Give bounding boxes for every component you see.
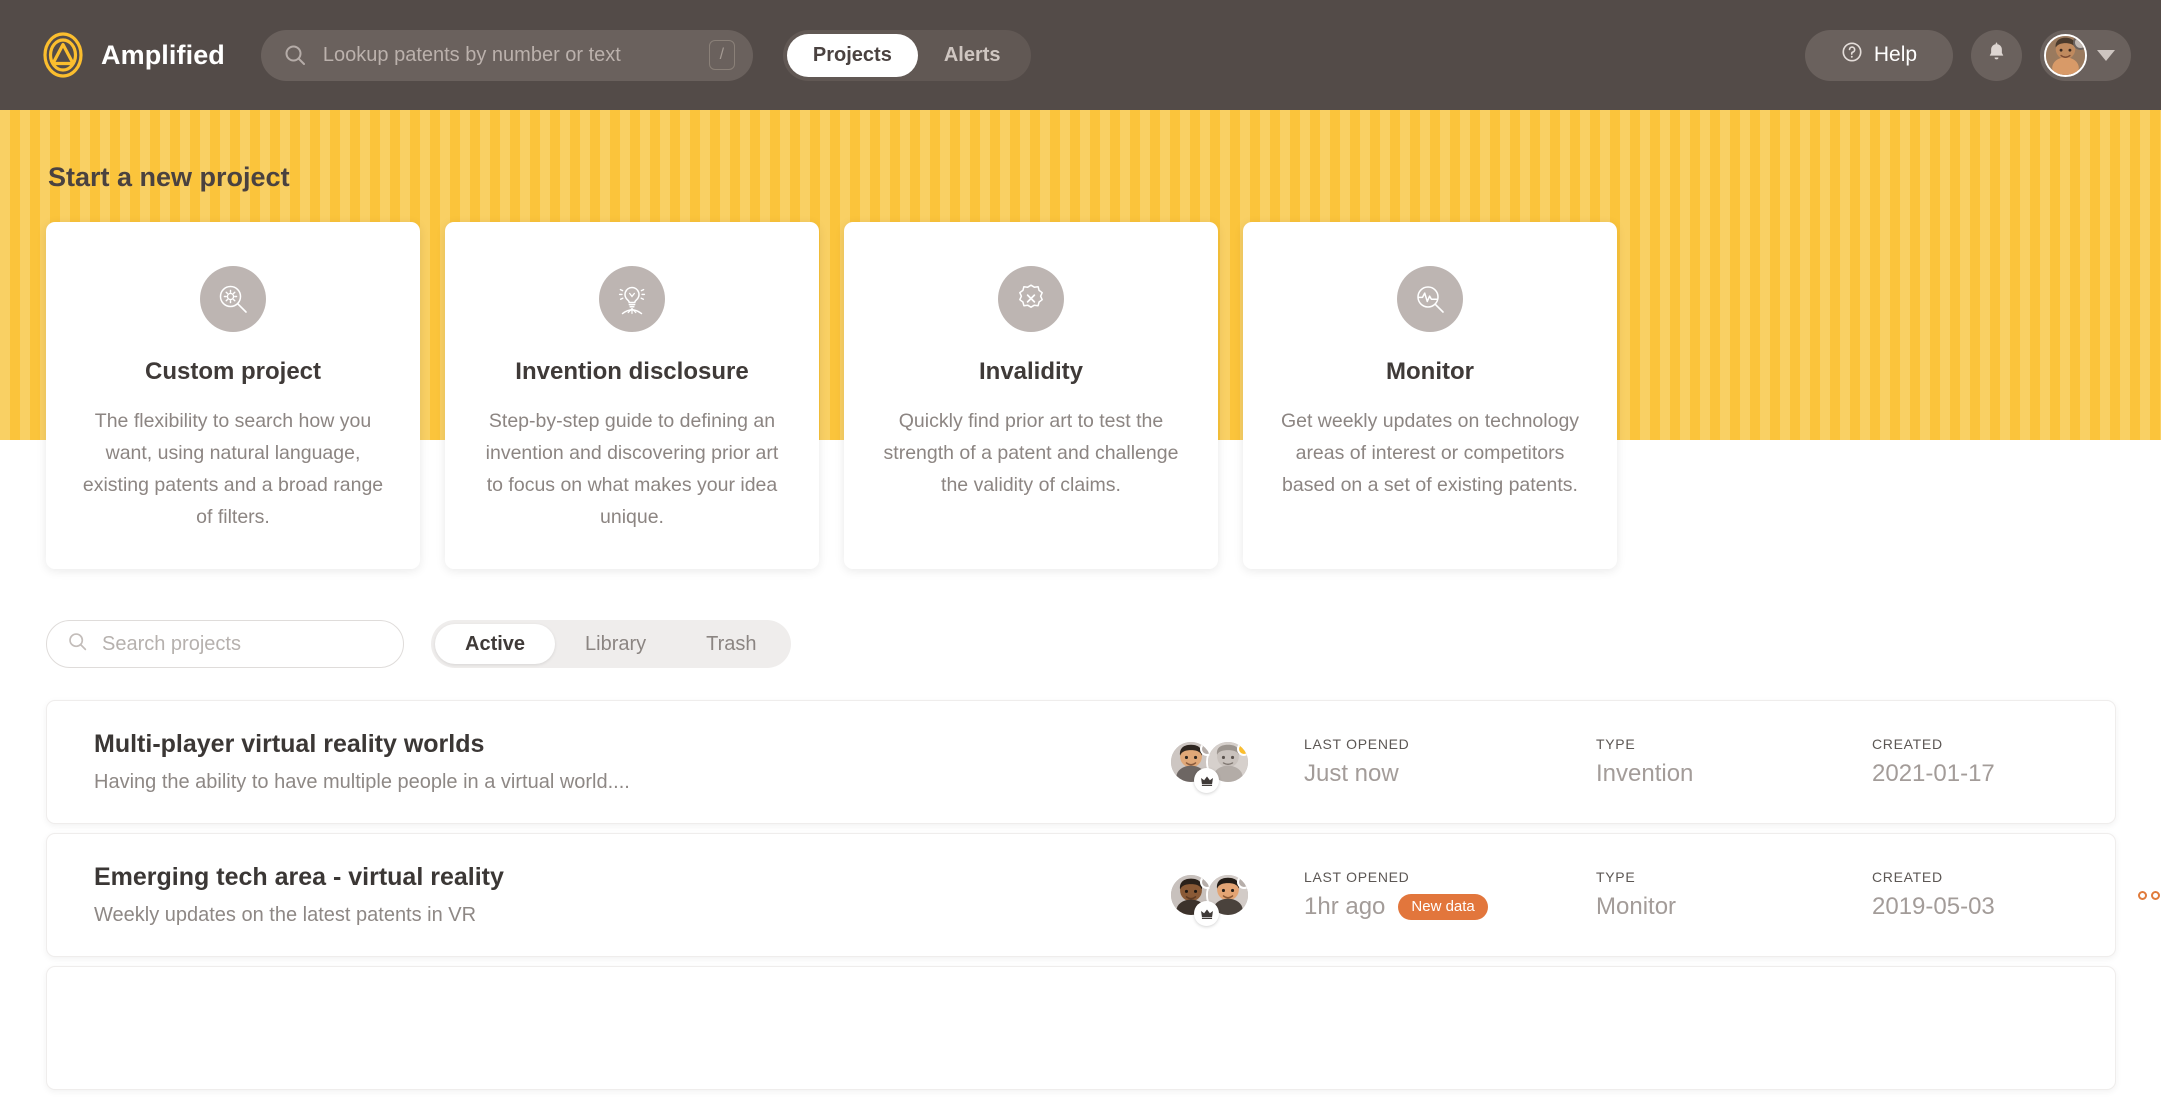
brand-name: Amplified xyxy=(101,39,225,70)
created-value: 2019-05-03 xyxy=(1872,893,1995,920)
table-row[interactable] xyxy=(46,966,2116,1090)
question-circle-icon xyxy=(1841,41,1863,69)
column-header-created: CREATED xyxy=(1872,869,1943,885)
table-row[interactable]: Emerging tech area - virtual reality Wee… xyxy=(46,833,2160,957)
starter-title: Custom project xyxy=(144,358,321,385)
page-title: Start a new project xyxy=(48,162,290,192)
magnifier-pulse-icon xyxy=(1397,266,1463,332)
last-opened-value: 1hr ago xyxy=(1304,893,1386,920)
type-cell: TYPE Monitor xyxy=(1596,869,1872,921)
user-menu[interactable] xyxy=(2040,29,2131,81)
project-description: Having the ability to have multiple peop… xyxy=(94,771,630,793)
last-opened-cell: LAST OPENED 1hr ago New data xyxy=(1304,869,1596,921)
type-value: Invention xyxy=(1596,760,1694,787)
global-search[interactable]: / xyxy=(260,29,753,81)
last-opened-value-wrap: Just now xyxy=(1304,760,1596,788)
search-input[interactable] xyxy=(322,43,709,67)
owner-crown-icon xyxy=(1194,768,1219,793)
magnifier-gear-icon xyxy=(200,266,266,332)
avatar xyxy=(2044,33,2087,77)
starter-title: Invention disclosure xyxy=(515,358,749,385)
last-opened-cell: LAST OPENED Just now xyxy=(1304,736,1596,788)
search-icon xyxy=(283,43,307,67)
project-search[interactable] xyxy=(46,620,404,668)
member-status-dot xyxy=(1237,742,1248,756)
project-filter-bar: Active Library Trash xyxy=(46,620,791,668)
bell-icon xyxy=(1985,41,2008,69)
header-actions: Help xyxy=(1805,29,2131,81)
brand[interactable]: Amplified xyxy=(38,30,225,80)
starter-description: The flexibility to search how you want, … xyxy=(82,410,384,528)
starter-cards: Custom project The flexibility to search… xyxy=(46,222,1618,569)
column-header-type: TYPE xyxy=(1596,736,1636,752)
type-value: Monitor xyxy=(1596,893,1677,920)
tab-active[interactable]: Active xyxy=(435,624,556,664)
search-projects-input[interactable] xyxy=(102,632,383,656)
starter-description: Quickly find prior art to test the stren… xyxy=(883,410,1179,496)
starter-description: Step-by-step guide to defining an invent… xyxy=(485,410,779,528)
column-header-type: TYPE xyxy=(1596,869,1636,885)
starter-card-invention-disclosure[interactable]: Invention disclosure Step-by-step guide … xyxy=(445,222,819,569)
starter-title: Invalidity xyxy=(978,358,1084,385)
tab-projects[interactable]: Projects xyxy=(786,33,918,77)
created-value: 2021-01-17 xyxy=(1872,760,1995,787)
project-title: Multi-player virtual reality worlds xyxy=(94,730,485,758)
last-opened-value-wrap: 1hr ago New data xyxy=(1304,893,1596,921)
member-status-dot xyxy=(1237,875,1248,889)
owner-crown-icon xyxy=(1194,901,1219,926)
column-header-last-opened: LAST OPENED xyxy=(1304,869,1410,885)
status-badge: New data xyxy=(1398,894,1488,920)
project-summary xyxy=(94,1022,1169,1034)
search-icon xyxy=(67,631,88,657)
notifications-button[interactable] xyxy=(1971,29,2022,81)
tab-library[interactable]: Library xyxy=(555,624,676,664)
created-cell: CREATED 2021-01-17 xyxy=(1872,736,2138,788)
tab-trash[interactable]: Trash xyxy=(676,624,786,664)
user-status-dot xyxy=(2073,35,2085,50)
search-shortcut-key: / xyxy=(708,40,735,70)
primary-nav: Projects Alerts xyxy=(782,29,1031,81)
project-description: Weekly updates on the latest patents in … xyxy=(94,904,477,926)
tab-alerts[interactable]: Alerts xyxy=(918,34,1027,77)
project-members[interactable] xyxy=(1169,867,1277,926)
column-header-created: CREATED xyxy=(1872,736,1943,752)
table-row[interactable]: Multi-player virtual reality worlds Havi… xyxy=(46,700,2116,824)
project-list: Multi-player virtual reality worlds Havi… xyxy=(46,700,2160,1099)
column-header-last-opened: LAST OPENED xyxy=(1304,736,1410,752)
seal-x-icon xyxy=(998,266,1064,332)
starter-card-custom-project[interactable]: Custom project The flexibility to search… xyxy=(46,222,420,569)
starter-card-invalidity[interactable]: Invalidity Quickly find prior art to tes… xyxy=(844,222,1218,569)
app-header: Amplified / Projects Alerts Help xyxy=(0,0,2161,110)
lightbulb-idea-icon xyxy=(599,266,665,332)
project-members[interactable] xyxy=(1169,734,1277,793)
help-label: Help xyxy=(1873,43,1918,66)
created-cell: CREATED 2019-05-03 xyxy=(1872,869,2138,921)
more-options-icon[interactable] xyxy=(2138,872,2161,918)
starter-title: Monitor xyxy=(1386,358,1474,385)
project-state-tabs: Active Library Trash xyxy=(431,620,791,668)
last-opened-value: Just now xyxy=(1304,760,1399,787)
amplified-triangle-logo-icon xyxy=(38,30,88,80)
project-title: Emerging tech area - virtual reality xyxy=(94,863,504,891)
starter-description: Get weekly updates on technology areas o… xyxy=(1280,410,1580,496)
starter-card-monitor[interactable]: Monitor Get weekly updates on technology… xyxy=(1243,222,1617,569)
project-summary: Emerging tech area - virtual reality Wee… xyxy=(94,863,1169,927)
type-cell: TYPE Invention xyxy=(1596,736,1872,788)
chevron-down-icon xyxy=(2097,49,2115,61)
project-summary: Multi-player virtual reality worlds Havi… xyxy=(94,730,1169,794)
help-button[interactable]: Help xyxy=(1805,29,1953,81)
